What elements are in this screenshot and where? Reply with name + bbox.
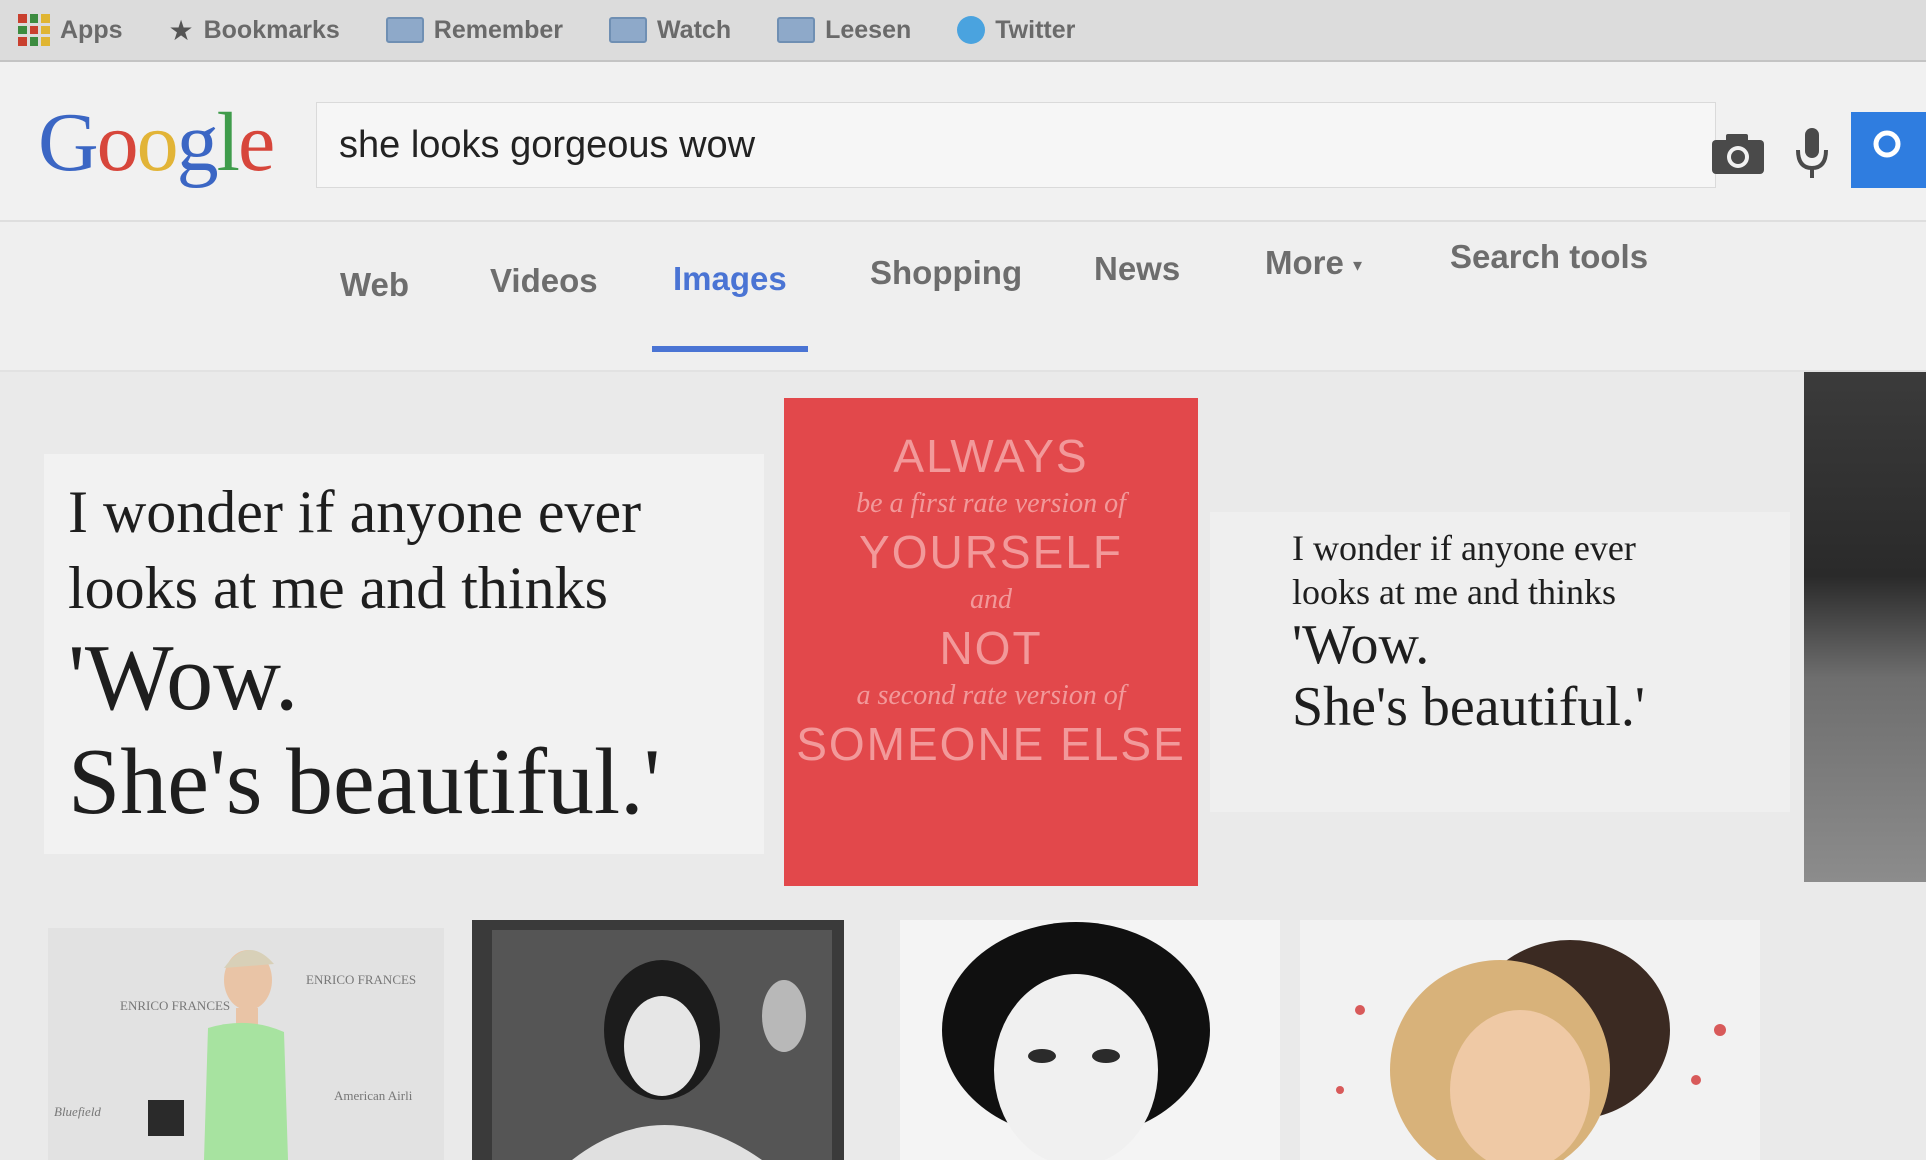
star-icon: ★	[168, 14, 194, 46]
search-input[interactable]	[339, 123, 1439, 167]
logo-letter: o	[136, 96, 179, 189]
bookmark-leesen[interactable]: Leesen	[777, 16, 911, 45]
bookmark-label: Watch	[657, 15, 732, 44]
image-result-blonde-portrait[interactable]	[1300, 920, 1760, 1160]
bookmark-remember[interactable]: Remember	[385, 15, 564, 45]
tab-more[interactable]: More ▾	[1265, 244, 1362, 282]
logo-letter: l	[216, 96, 240, 189]
tab-web[interactable]: Web	[340, 266, 409, 304]
twitter-bird-icon	[957, 16, 986, 44]
apps-grid-icon	[18, 14, 50, 46]
bookmark-label: Remember	[433, 15, 564, 44]
image-result-bw-street-photo[interactable]	[1804, 372, 1926, 882]
quote-line: looks at me and thinks	[1292, 572, 1616, 612]
backdrop-text: American Airli	[334, 1088, 413, 1103]
bookmark-twitter[interactable]: Twitter	[957, 16, 1075, 45]
tab-shopping[interactable]: Shopping	[870, 254, 1022, 292]
bookmark-label: Leesen	[825, 15, 912, 44]
folder-icon	[385, 17, 424, 43]
image-result-quote-large[interactable]: I wonder if anyone ever looks at me and …	[44, 454, 764, 854]
tab-images[interactable]: Images	[673, 260, 787, 298]
quote-line: a second rate version of	[856, 680, 1126, 711]
backdrop-text: Bluefield	[54, 1104, 101, 1119]
quote-line: She's beautiful.'	[1292, 676, 1646, 738]
quote-line: be a first rate version of	[856, 488, 1126, 519]
quote-line: ALWAYS	[893, 430, 1089, 482]
bookmarks-bar: Apps ★ Bookmarks Remember Watch Leesen T…	[0, 0, 1926, 62]
search-header: Google	[0, 62, 1926, 222]
image-result-dark-hair-portrait[interactable]	[900, 920, 1280, 1160]
blonde-portrait-photo	[1300, 920, 1760, 1160]
folder-icon	[777, 17, 816, 43]
logo-letter: e	[238, 96, 275, 189]
quote-line: YOURSELF	[859, 526, 1123, 578]
red-carpet-photo	[48, 928, 444, 1160]
bookmark-label: Bookmarks	[203, 15, 340, 44]
quote-line: I wonder if anyone ever	[1292, 528, 1636, 568]
logo-letter: g	[176, 96, 219, 189]
tab-news[interactable]: News	[1094, 250, 1180, 288]
bookmark-label: Twitter	[995, 15, 1076, 44]
logo-letter: G	[38, 96, 99, 189]
search-nav: Web Videos Images Shopping News More ▾ S…	[0, 222, 1926, 372]
image-results-grid: I wonder if anyone ever looks at me and …	[0, 372, 1926, 1160]
quote-line: and	[970, 584, 1012, 615]
active-tab-indicator	[652, 346, 808, 352]
search-icon	[1873, 130, 1901, 158]
quote-line: NOT	[939, 622, 1043, 674]
quote-line: 'Wow.	[1292, 614, 1430, 676]
folder-icon	[609, 17, 648, 43]
google-logo[interactable]: Google	[38, 94, 275, 191]
quote-line: SOMEONE ELSE	[796, 718, 1186, 770]
quote-line: looks at me and thinks	[68, 555, 608, 621]
dark-hair-portrait-photo	[900, 920, 1280, 1160]
tab-more-label: More	[1265, 244, 1344, 281]
quote-line: I wonder if anyone ever	[68, 479, 642, 545]
quote-line: She's beautiful.'	[68, 730, 661, 834]
microphone-icon[interactable]	[1794, 126, 1830, 182]
search-box[interactable]	[316, 102, 1716, 188]
image-result-bw-portrait[interactable]	[472, 920, 844, 1160]
bookmark-bookmarks[interactable]: ★ Bookmarks	[169, 14, 340, 47]
bookmark-label: Apps	[60, 15, 123, 44]
bookmark-watch[interactable]: Watch	[609, 16, 731, 45]
quote-line: 'Wow.	[68, 626, 299, 730]
backdrop-text: ENRICO FRANCES	[120, 998, 231, 1013]
search-tools-button[interactable]: Search tools	[1450, 238, 1648, 276]
bw-portrait-photo	[472, 920, 844, 1160]
image-result-red-quote[interactable]: ALWAYS be a first rate version of YOURSE…	[784, 398, 1198, 886]
image-result-red-carpet-photo[interactable]: ENRICO FRANCES ENRICO FRANCES Bluefield …	[48, 928, 444, 1160]
backdrop-text: ENRICO FRANCES	[306, 972, 417, 987]
logo-letter: o	[96, 96, 139, 189]
search-button[interactable]	[1851, 112, 1926, 188]
chevron-down-icon: ▾	[1353, 254, 1363, 275]
tab-videos[interactable]: Videos	[490, 262, 598, 300]
camera-icon[interactable]	[1710, 132, 1766, 176]
image-result-quote-small[interactable]: I wonder if anyone ever looks at me and …	[1210, 512, 1790, 812]
bookmark-apps[interactable]: Apps	[18, 14, 123, 46]
